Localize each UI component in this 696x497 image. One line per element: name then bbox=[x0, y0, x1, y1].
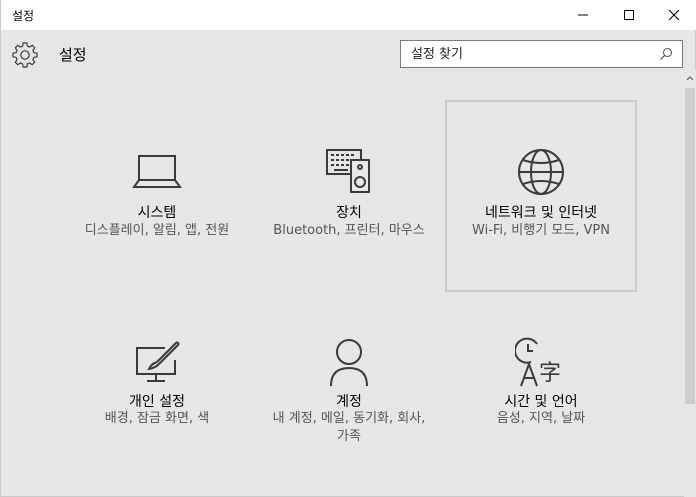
tile-title: 계정 bbox=[336, 394, 362, 410]
tile-description: 배경, 잠금 화면, 색 bbox=[104, 411, 210, 426]
tile-personalization[interactable]: 개인 설정 배경, 잠금 화면, 색 bbox=[61, 292, 253, 484]
tile-time-language[interactable]: 字 시간 및 언어 음성, 지역, 날짜 bbox=[445, 292, 637, 484]
minimize-icon bbox=[578, 14, 588, 16]
search-input[interactable] bbox=[401, 42, 656, 66]
tile-title: 시스템 bbox=[137, 205, 177, 221]
tile-description: 음성, 지역, 날짜 bbox=[496, 411, 586, 426]
tile-description: Bluetooth, 프린터, 마우스 bbox=[273, 223, 425, 238]
svg-text:字: 字 bbox=[539, 361, 561, 386]
maximize-button[interactable] bbox=[606, 0, 652, 30]
settings-window: 설정 설정 설정 찾기 시스템 디스플레이, 알림, 앱, 전원 장치 Blue… bbox=[0, 0, 696, 497]
personalization-icon bbox=[131, 336, 183, 388]
settings-header: 설정 bbox=[1, 30, 684, 80]
search-box[interactable] bbox=[400, 40, 683, 68]
page-title: 설정 bbox=[59, 46, 87, 64]
maximize-icon bbox=[624, 10, 634, 20]
window-title: 설정 bbox=[12, 9, 35, 23]
person-icon bbox=[323, 336, 375, 388]
scroll-thumb[interactable] bbox=[685, 88, 695, 404]
minimize-button[interactable] bbox=[560, 0, 606, 30]
scroll-up-button[interactable] bbox=[684, 70, 696, 86]
chevron-up-icon bbox=[686, 76, 694, 81]
tile-description: 디스플레이, 알림, 앱, 전원 bbox=[84, 223, 230, 238]
tile-devices[interactable]: 장치 Bluetooth, 프린터, 마우스 bbox=[253, 100, 445, 292]
laptop-icon bbox=[131, 146, 183, 198]
tile-network[interactable]: 네트워크 및 인터넷 Wi-Fi, 비행기 모드, VPN bbox=[445, 100, 637, 292]
tile-title: 개인 설정 bbox=[129, 394, 185, 410]
time-language-icon: 字 bbox=[515, 336, 567, 388]
tile-system[interactable]: 시스템 디스플레이, 알림, 앱, 전원 bbox=[61, 100, 253, 292]
globe-icon bbox=[515, 146, 567, 198]
tile-title: 시간 및 언어 bbox=[504, 394, 578, 410]
close-button[interactable] bbox=[651, 0, 696, 30]
close-icon bbox=[668, 9, 680, 21]
tile-accounts[interactable]: 계정 내 계정, 메일, 동기화, 회사, 가족 bbox=[253, 292, 445, 484]
tile-description: Wi-Fi, 비행기 모드, VPN bbox=[472, 223, 610, 238]
tile-title: 장치 bbox=[336, 205, 362, 221]
tile-title: 네트워크 및 인터넷 bbox=[485, 205, 597, 221]
vertical-scrollbar[interactable] bbox=[684, 70, 696, 497]
tile-description: 내 계정, 메일, 동기화, 회사, 가족 bbox=[272, 411, 426, 444]
search-icon[interactable] bbox=[656, 44, 676, 64]
title-bar: 설정 bbox=[1, 0, 696, 30]
gear-icon bbox=[12, 42, 38, 68]
devices-icon bbox=[323, 146, 375, 198]
